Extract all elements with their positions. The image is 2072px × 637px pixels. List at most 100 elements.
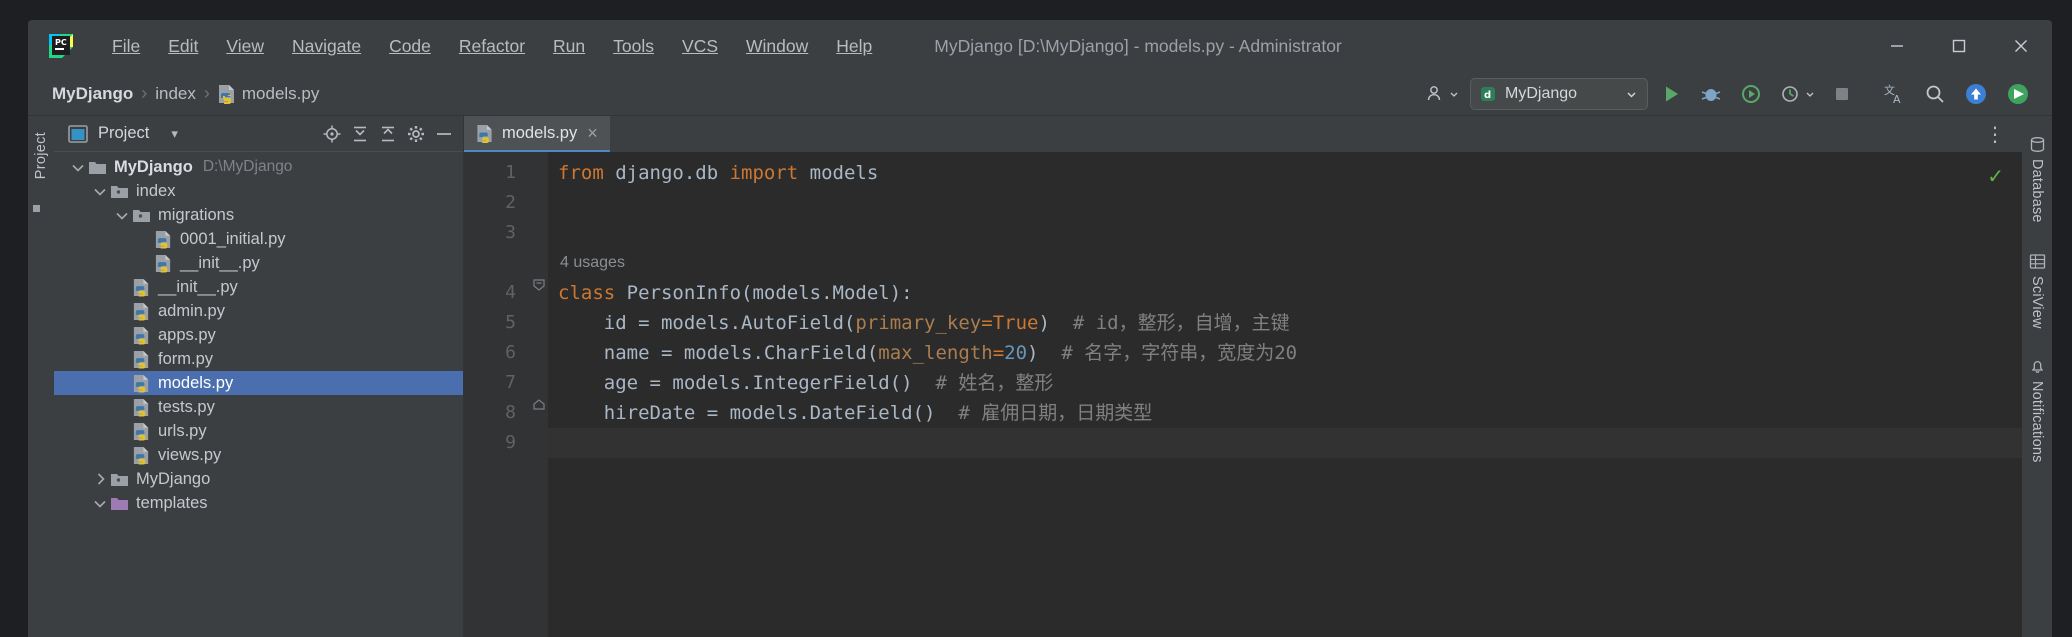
breadcrumb-item-project[interactable]: MyDjango [46,82,139,106]
line-number[interactable]: 4 [505,278,516,308]
maximize-button[interactable] [1928,20,1990,72]
structure-icon[interactable] [32,201,50,217]
fold-gutter[interactable] [530,152,548,637]
line-number[interactable]: 2 [505,188,516,218]
code-line[interactable]: age = models.IntegerField() # 姓名，整形 [548,368,2022,398]
menu-navigate[interactable]: Navigate [278,32,375,61]
rail-item-database[interactable]: Database [2029,126,2046,241]
hide-panel-button[interactable] [431,121,457,147]
tree-row-urls-py[interactable]: urls.py [54,419,463,443]
profile-button[interactable] [1774,79,1820,109]
menu-window[interactable]: Window [732,32,822,61]
menu-tools[interactable]: Tools [599,32,668,61]
inspection-status-badge[interactable]: ✓ [1987,164,2004,189]
tree-row-apps-py[interactable]: apps.py [54,323,463,347]
menu-code[interactable]: Code [375,32,445,61]
tree-row--init-py[interactable]: __init__.py [54,275,463,299]
code-line[interactable] [548,188,2022,218]
usages-hint[interactable]: 4 usages [548,248,2022,278]
tree-row-admin-py[interactable]: admin.py [54,299,463,323]
breadcrumb-item-index[interactable]: index [149,82,202,106]
menu-file[interactable]: File [98,32,154,61]
settings-button[interactable] [2000,79,2036,109]
project-settings-button[interactable] [403,121,429,147]
code-editor[interactable]: 123.456789 from django.db import models … [464,152,2022,637]
tree-row-form-py[interactable]: form.py [54,347,463,371]
rail-item-notifications[interactable]: Notifications [2029,348,2046,481]
tree-row-tests-py[interactable]: tests.py [54,395,463,419]
tree-row--init-py[interactable]: __init__.py [54,251,463,275]
minimize-button[interactable] [1866,20,1928,72]
code-line[interactable]: id = models.AutoField(primary_key=True) … [548,308,2022,338]
tree-row-label: models.py [158,373,234,392]
tree-row-mydjango[interactable]: MyDjango [54,467,463,491]
editor-tab-models[interactable]: models.py × [464,116,610,152]
run-coverage-button[interactable] [1734,79,1768,109]
code-line[interactable] [548,218,2022,248]
menu-run[interactable]: Run [539,32,599,61]
line-number[interactable]: 9 [505,428,516,458]
line-number[interactable]: 8 [505,398,516,428]
collapse-all-button[interactable] [375,121,401,147]
rail-item-project[interactable]: Project [33,124,49,187]
run-configuration-selector[interactable]: d MyDjango [1470,78,1648,110]
project-panel-dropdown[interactable]: ▾ [171,126,178,142]
line-number[interactable]: 5 [505,308,516,338]
tree-twisty-down-icon[interactable] [68,157,88,177]
rail-item-sciview[interactable]: SciView [2029,243,2046,347]
line-number[interactable]: 1 [505,158,516,188]
tree-row-templates[interactable]: templates [54,491,463,515]
menu-view[interactable]: View [212,32,278,61]
tree-row-mydjango[interactable]: MyDjango D:\MyDjango [54,155,463,179]
tree-twisty-down-icon[interactable] [112,205,132,225]
line-number[interactable]: 6 [505,338,516,368]
code-token-param: primary_key [855,312,982,334]
tree-row-label: admin.py [158,301,225,320]
code-line[interactable]: class PersonInfo(models.Model): [548,278,2022,308]
breadcrumb-item-file[interactable]: models.py [212,82,325,106]
menu-help[interactable]: Help [822,32,886,61]
translate-button[interactable]: 文 A [1878,79,1912,109]
tree-row-models-py[interactable]: models.py [54,371,463,395]
tree-row-views-py[interactable]: views.py [54,443,463,467]
debug-button[interactable] [1694,79,1728,109]
updates-button[interactable] [1958,79,1994,109]
code-line[interactable]: hireDate = models.DateField() # 雇佣日期，日期类… [548,398,2022,428]
fold-end-icon[interactable] [532,398,546,412]
run-button[interactable] [1654,79,1688,109]
line-number[interactable]: 3 [505,218,516,248]
stop-button[interactable] [1826,79,1858,109]
tree-twisty-down-icon[interactable] [90,181,110,201]
menu-refactor[interactable]: Refactor [445,32,539,61]
code-line[interactable]: name = models.CharField(max_length=20) #… [548,338,2022,368]
select-opened-file-button[interactable] [319,121,345,147]
close-button[interactable] [1990,20,2052,72]
close-tab-icon[interactable]: × [585,123,600,144]
debug-icon [1701,89,1721,101]
line-number[interactable]: 7 [505,368,516,398]
code-line[interactable]: from django.db import models [548,158,2022,188]
tree-row-0001-initial-py[interactable]: 0001_initial.py [54,227,463,251]
more-options-icon[interactable]: ⋮ [1979,122,2012,147]
expand-all-button[interactable] [347,121,373,147]
fold-class-icon[interactable] [532,278,546,292]
tree-twisty-down-icon[interactable] [90,493,110,513]
python-file-icon [132,398,151,417]
tree-row-migrations[interactable]: migrations [54,203,463,227]
pycharm-window: PC File Edit View Navigate Code Refactor… [0,0,2072,637]
menu-edit[interactable]: Edit [154,32,212,61]
user-account-button[interactable] [1420,79,1464,109]
code-token-mod: django.db [615,162,730,184]
editor-tab-label: models.py [502,123,578,142]
code-line[interactable] [548,428,2022,458]
menu-vcs[interactable]: VCS [668,32,732,61]
search-everywhere-button[interactable] [1918,79,1952,109]
tree-twisty-right-icon[interactable] [90,469,110,489]
python-file-icon [132,278,151,297]
tree-row-index[interactable]: index [54,179,463,203]
code-token-kw: = [992,342,1005,364]
code-content[interactable]: from django.db import models 4 usages cla… [548,152,2022,637]
code-token-param: max_length [878,342,993,364]
